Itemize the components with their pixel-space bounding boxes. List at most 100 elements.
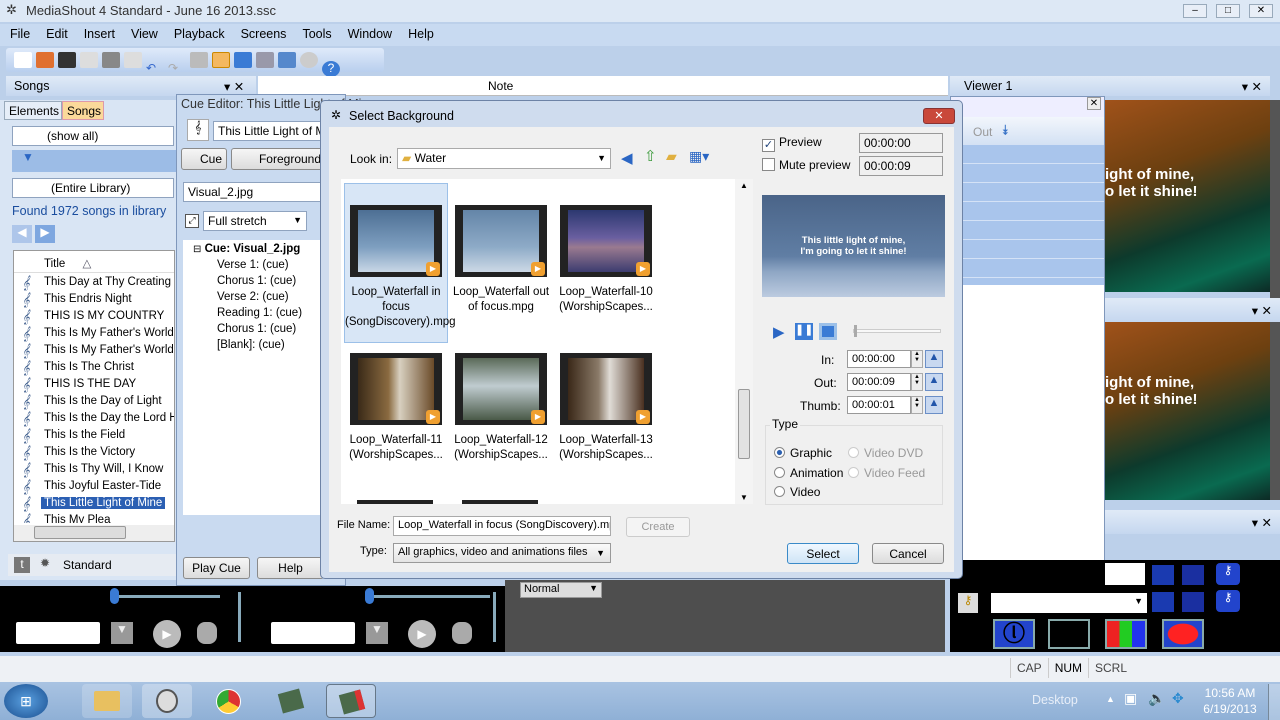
- list-item[interactable]: 𝄞 THIS IS MY COUNTRY: [14, 309, 174, 326]
- list-item[interactable]: 𝄞 This Joyful Easter-Tide: [14, 479, 174, 496]
- up-folder-icon[interactable]: ⇧: [644, 147, 657, 165]
- tab-foreground[interactable]: Foreground: [231, 148, 331, 170]
- double-chevron-down-icon[interactable]: ⯯: [1001, 122, 1009, 139]
- undo-icon[interactable]: ↶: [146, 61, 164, 77]
- checkbox[interactable]: [762, 158, 775, 171]
- list-item[interactable]: 𝄞 THIS IS THE DAY: [14, 377, 174, 394]
- list-item[interactable]: 𝄞 This Is the Day of Light: [14, 394, 174, 411]
- forward-arrow-icon[interactable]: ▶: [35, 225, 55, 243]
- radio-video[interactable]: Video: [774, 485, 820, 499]
- key-icon[interactable]: ⚷: [1216, 590, 1240, 612]
- network-icon[interactable]: ▣: [1124, 690, 1137, 707]
- dropdown-icon[interactable]: ▼: [111, 622, 133, 644]
- combo[interactable]: [271, 622, 355, 644]
- library-combo[interactable]: (Entire Library): [12, 178, 174, 198]
- maximize-button[interactable]: □: [1216, 4, 1240, 18]
- key-icon[interactable]: ⚷: [958, 593, 978, 613]
- stretch-dropdown[interactable]: Full stretch ▼: [203, 211, 307, 231]
- menu-insert[interactable]: Insert: [76, 24, 123, 44]
- filter-button[interactable]: ▼: [12, 150, 176, 172]
- file-thumbnail-selected[interactable]: ▶ Loop_Waterfall in focus (SongDiscovery…: [344, 183, 456, 343]
- volume-slider[interactable]: [370, 595, 490, 598]
- collapse-icon[interactable]: ⊟: [193, 244, 201, 255]
- screen-icon[interactable]: [1152, 565, 1174, 585]
- play-cue-button[interactable]: Play Cue: [183, 557, 250, 579]
- preview-checkbox[interactable]: ✓ Preview: [762, 135, 822, 152]
- menu-tools[interactable]: Tools: [294, 24, 339, 44]
- stop-output-button[interactable]: [1162, 619, 1204, 649]
- vertical-slider[interactable]: [238, 592, 241, 642]
- blend-dropdown[interactable]: Normal ▼: [520, 582, 602, 598]
- back-icon[interactable]: ◀: [621, 149, 633, 167]
- menu-help[interactable]: Help: [400, 24, 442, 44]
- list-item[interactable]: 𝄞 This My Plea: [14, 513, 174, 523]
- new-icon[interactable]: [14, 52, 32, 68]
- copy-icon[interactable]: [80, 52, 98, 68]
- black-screen-button[interactable]: [1048, 619, 1090, 649]
- stop-icon[interactable]: [452, 622, 472, 644]
- explorer-taskbar-icon[interactable]: [82, 684, 132, 718]
- menu-window[interactable]: Window: [340, 24, 400, 44]
- file-thumbnail[interactable]: ▶ Loop_Waterfall-11 (WorshipScapes...: [344, 353, 448, 463]
- in-spinner[interactable]: ▲ ▼: [911, 350, 923, 368]
- play-icon[interactable]: ▶: [408, 620, 436, 648]
- panel-close-icon[interactable]: ▾ ✕: [1242, 79, 1262, 94]
- checkbox-checked[interactable]: ✓: [762, 139, 775, 152]
- stop-icon[interactable]: [819, 323, 837, 340]
- list-item[interactable]: 𝄞 This Is My Father's World: [14, 326, 174, 343]
- file-name-input[interactable]: Loop_Waterfall in focus (SongDiscovery).…: [393, 516, 611, 536]
- clock[interactable]: 10:56 AM 6/19/2013: [1200, 685, 1260, 717]
- pause-icon[interactable]: ❚❚: [795, 323, 813, 340]
- filter-combo[interactable]: (show all): [12, 126, 174, 146]
- vertical-slider[interactable]: [493, 592, 496, 642]
- tab-elements[interactable]: Elements: [4, 101, 62, 120]
- scroll-thumb[interactable]: [738, 389, 750, 459]
- thumb-field[interactable]: 00:00:01: [847, 396, 911, 414]
- set-in-button[interactable]: ▲: [925, 350, 943, 368]
- panel-close-icon[interactable]: ▾ ✕: [224, 79, 244, 94]
- logo-button[interactable]: ⓛ: [993, 619, 1035, 649]
- cancel-button[interactable]: Cancel: [872, 543, 944, 564]
- out-field[interactable]: 00:00:09: [847, 373, 911, 391]
- list-item[interactable]: 𝄞 This Is the Day the Lord H...: [14, 411, 174, 428]
- file-type-dropdown[interactable]: All graphics, video and animations files…: [393, 543, 611, 563]
- desktop-toolbar[interactable]: Desktop: [1032, 693, 1078, 707]
- bell-icon[interactable]: [1182, 592, 1204, 612]
- look-in-dropdown[interactable]: ▰ Water ▼: [397, 148, 611, 169]
- vertical-scrollbar[interactable]: ▲ ▼: [735, 179, 753, 504]
- in-field[interactable]: 00:00:00: [847, 350, 911, 368]
- gear-icon[interactable]: ✹: [40, 556, 50, 570]
- save-icon[interactable]: [58, 52, 76, 68]
- chrome-taskbar-icon[interactable]: [204, 684, 254, 718]
- redo-icon[interactable]: ↷: [168, 61, 186, 77]
- volume-slider[interactable]: [115, 595, 220, 598]
- play-icon[interactable]: ▶: [153, 620, 181, 648]
- layout-icon[interactable]: [212, 52, 230, 68]
- thumb-spinner[interactable]: ▲ ▼: [911, 396, 923, 414]
- radio-video-feed[interactable]: Video Feed: [848, 466, 925, 480]
- menu-edit[interactable]: Edit: [38, 24, 76, 44]
- show-hidden-icons[interactable]: ▲: [1106, 694, 1115, 704]
- radio-animation[interactable]: Animation: [774, 466, 843, 480]
- help-button[interactable]: Help: [257, 557, 324, 579]
- screen-icon[interactable]: [1152, 592, 1174, 612]
- list-item[interactable]: 𝄞 This Endris Night: [14, 292, 174, 309]
- app-taskbar-icon[interactable]: [326, 684, 376, 718]
- help-icon[interactable]: ?: [322, 61, 340, 77]
- file-thumbnail[interactable]: ▶ Loop_Waterfall out of focus.mpg: [449, 205, 553, 315]
- background-file-field[interactable]: Visual_2.jpg: [183, 182, 323, 202]
- panel-close-icon[interactable]: ▾ ✕: [1252, 515, 1272, 530]
- slider-thumb[interactable]: [365, 588, 374, 604]
- note-column-header[interactable]: Note: [488, 79, 513, 93]
- paste-icon[interactable]: [124, 52, 142, 68]
- tab-songs[interactable]: Songs: [62, 101, 104, 120]
- screen-settings-icon[interactable]: [278, 52, 296, 68]
- close-button[interactable]: ✕: [1249, 4, 1273, 18]
- color-bars-button[interactable]: [1105, 619, 1147, 649]
- stop-icon[interactable]: [197, 622, 217, 644]
- file-thumbnail[interactable]: ▶ Loop_Waterfall-12 (WorshipScapes...: [449, 353, 553, 463]
- seek-slider[interactable]: [853, 325, 941, 337]
- list-item[interactable]: 𝄞 This Is the Victory: [14, 445, 174, 462]
- mediashout-icon[interactable]: [300, 52, 318, 68]
- file-thumbnail[interactable]: ▶ Loop_Waterfall-13 (WorshipScapes...: [554, 353, 658, 463]
